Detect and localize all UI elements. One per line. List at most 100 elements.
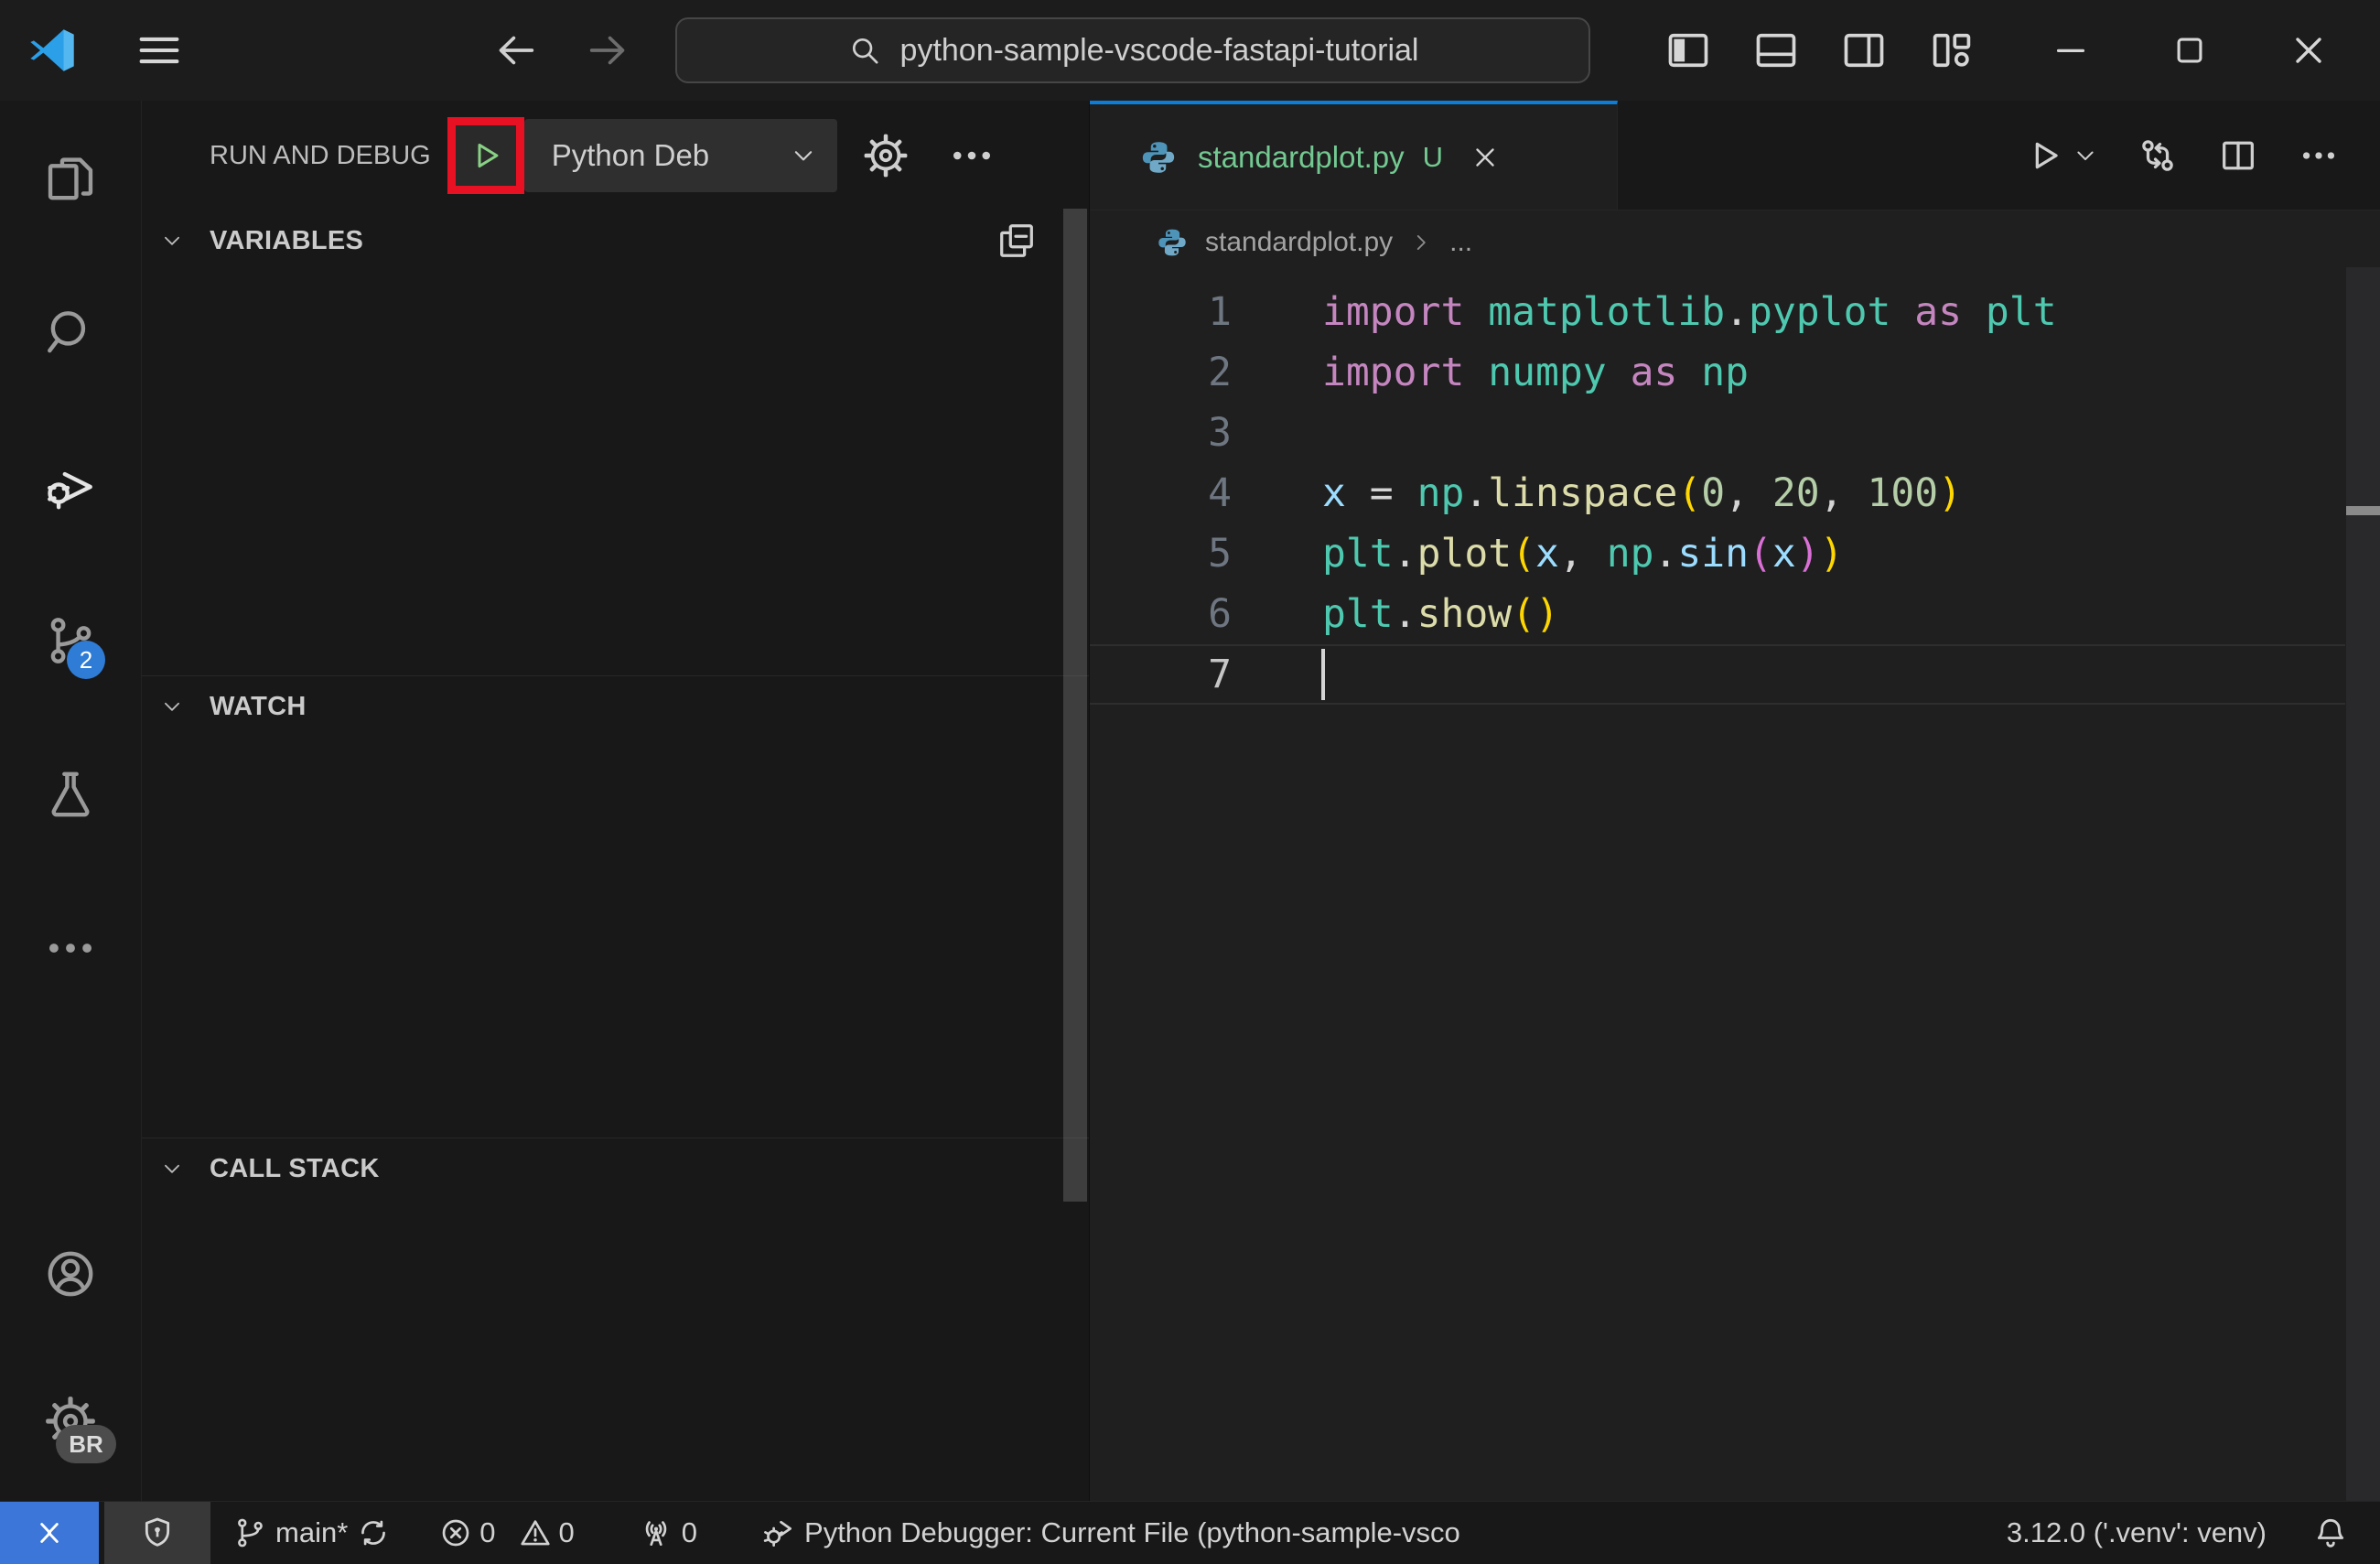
window-minimize-button[interactable] [2047,27,2095,74]
activity-source-control-button[interactable]: 2 [39,609,105,679]
chevron-right-icon [1409,231,1433,254]
more-actions-button[interactable] [2298,135,2340,177]
sync-icon [356,1515,391,1550]
breadcrumb-file[interactable]: standardplot.py [1205,227,1393,258]
problems-button[interactable]: 0 0 [438,1515,575,1550]
views-and-more-actions-button[interactable] [947,131,996,180]
pane-title: VARIABLES [210,225,364,255]
run-debug-toolbar: RUN AND DEBUG Python Deb [142,101,1089,210]
toggle-panel-button[interactable] [1752,27,1800,74]
beaker-icon [42,766,99,823]
layout-sidebar-right-icon [1840,27,1888,74]
accounts-button[interactable] [39,1243,102,1305]
code-lines: 1 import matplotlib.pyplot as plt 2 import … [1090,282,2380,705]
branch-name: main* [275,1516,349,1548]
debug-alt-icon [761,1515,796,1550]
run-python-file-button[interactable] [2023,135,2098,177]
code-line[interactable]: 5 plt.plot(x, np.sin(x)) [1090,523,2380,584]
editor-group: standardplot.py U standardplot.py ... 1 i… [1089,101,2380,1501]
untracked-badge: U [1422,140,1444,173]
collapse-all-button[interactable] [996,220,1038,262]
call-stack-pane: CALL STACK [142,1138,1089,1501]
activity-testing-button[interactable] [39,763,102,825]
search-icon [847,33,882,68]
activity-more-views-button[interactable] [39,917,102,979]
bell-icon[interactable] [2312,1515,2349,1551]
collapse-all-icon [996,220,1038,262]
tab-close-button[interactable] [1469,141,1502,174]
code-text: plt.show() [1322,591,1559,637]
line-number: 7 [1208,652,1232,697]
window-maximize-button[interactable] [2166,27,2213,74]
activity-bar-top: 2 [39,148,105,979]
chevron-down-icon [160,229,184,253]
vscode-logo-icon [26,24,79,77]
tab-label: standardplot.py [1198,139,1405,174]
breadcrumb-symbol[interactable]: ... [1449,227,1472,258]
workspace-trust-button[interactable] [104,1502,210,1564]
activity-search-button[interactable] [39,302,102,364]
error-count: 0 [479,1516,496,1548]
remote-indicator-button[interactable] [0,1502,99,1564]
open-changes-button[interactable] [2137,135,2179,177]
activity-explorer-button[interactable] [39,148,102,210]
debug-start-icon [467,136,505,175]
ellipsis-icon [42,920,99,976]
debug-configuration-label: Python Deb [551,138,710,172]
python-interpreter-button[interactable]: 3.12.0 ('.venv': venv) [2007,1516,2267,1549]
python-file-icon [1156,226,1189,259]
code-line[interactable]: 6 plt.show() [1090,584,2380,644]
editor-actions [2023,101,2380,210]
navigate-back-button[interactable] [492,27,540,74]
code-line[interactable]: 1 import matplotlib.pyplot as plt [1090,282,2380,342]
code-editor[interactable]: 1 import matplotlib.pyplot as plt 2 import … [1090,275,2380,705]
command-center-label: python-sample-vscode-fastapi-tutorial [899,32,1419,68]
code-line[interactable]: 4 x = np.linspace(0, 20, 100) [1090,463,2380,523]
tab-standardplot[interactable]: standardplot.py U [1090,101,1618,210]
account-icon [42,1246,99,1302]
toggle-secondary-sidebar-button[interactable] [1840,27,1888,74]
code-text: x = np.linspace(0, 20, 100) [1322,470,1963,516]
toggle-primary-sidebar-button[interactable] [1664,27,1712,74]
line-number: 4 [1208,470,1232,516]
chevron-down-icon [160,1157,184,1181]
chevron-down-icon [2073,143,2098,168]
activity-bar: 2 BR [0,101,142,1501]
scm-badge: 2 [67,641,105,679]
line-number: 6 [1208,591,1232,637]
forwarded-ports-button[interactable]: 0 [639,1515,697,1550]
menu-hamburger-button[interactable] [130,21,188,80]
start-debugging-button-highlighted[interactable] [447,117,524,194]
sidebar-scrollbar[interactable] [1063,209,1087,1202]
remote-icon [31,1515,68,1551]
code-text: plt.plot(x, np.sin(x)) [1322,531,1844,577]
code-line[interactable]: 2 import numpy as np [1090,342,2380,403]
variables-pane-header[interactable]: VARIABLES [142,210,1089,271]
debug-configuration-status-button[interactable]: Python Debugger: Current File (python-sa… [761,1515,1460,1550]
git-branch-icon [232,1515,267,1550]
debug-icon [42,458,99,515]
pane-title: CALL STACK [210,1153,380,1183]
code-line[interactable]: 7 [1090,644,2380,705]
search-icon [42,305,99,361]
command-center-search[interactable]: python-sample-vscode-fastapi-tutorial [675,17,1590,83]
python-file-icon [1139,138,1178,177]
customize-layout-button[interactable] [1928,27,1976,74]
activity-bar-bottom: BR [39,1243,116,1501]
open-launch-json-button[interactable] [861,131,910,180]
git-branch-button[interactable]: main* [232,1515,391,1550]
radio-tower-icon [639,1515,673,1550]
manage-settings-button[interactable]: BR [39,1390,116,1463]
vscode-window: { "colors": { "accent-blue": "#0c7ed9", … [0,0,2380,1564]
watch-pane-header[interactable]: WATCH [142,676,1089,737]
debug-configuration-dropdown[interactable]: Python Deb [523,119,837,192]
error-icon [438,1515,473,1550]
call-stack-pane-header[interactable]: CALL STACK [142,1138,1089,1199]
window-close-button[interactable] [2285,27,2332,74]
split-editor-button[interactable] [2217,135,2259,177]
activity-run-debug-button[interactable] [39,456,102,518]
editor-scrollbar[interactable] [2346,267,2380,1501]
code-line[interactable]: 3 [1090,403,2380,463]
navigate-forward-button[interactable] [584,27,631,74]
chevron-down-icon [790,142,817,169]
